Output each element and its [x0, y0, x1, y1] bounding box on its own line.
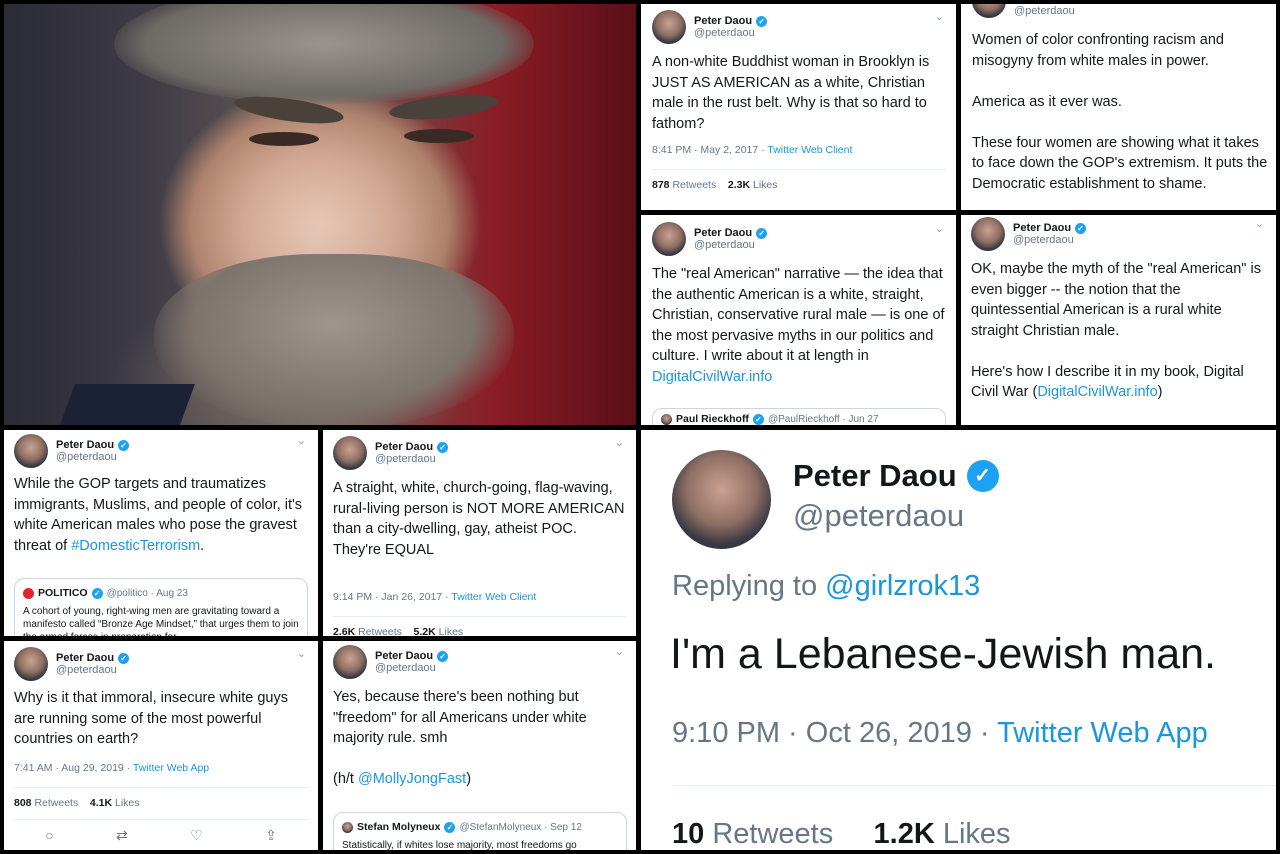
client-link[interactable]: Twitter Web Client — [451, 591, 536, 603]
quote-author: Paul Rieckhoff — [676, 413, 749, 425]
author-name[interactable]: Peter Daou — [56, 439, 114, 451]
verified-icon: ✓ — [118, 652, 130, 664]
author-handle[interactable]: @peterdaou — [1013, 234, 1086, 246]
verified-icon: ✓ — [752, 413, 764, 425]
avatar[interactable] — [971, 217, 1005, 251]
tweet-timestamp: 9:14 PM · Jan 26, 2017 · Twitter Web Cli… — [333, 591, 537, 603]
avatar[interactable] — [333, 645, 367, 679]
tweet-text: Yes, because there's been nothing but "f… — [333, 689, 587, 787]
chevron-down-icon[interactable]: ⌄ — [297, 647, 306, 660]
tweet-card-7[interactable]: Peter Daou ✓ @peterdaou ⌄ Why is it that … — [4, 641, 318, 850]
author-name[interactable]: Peter Daou — [694, 227, 752, 239]
author-handle[interactable]: @peterdaou — [793, 498, 964, 534]
quoted-tweet[interactable]: POLITICO ✓ @politico · Aug 23 A cohort of … — [14, 578, 308, 636]
tweet-timestamp: 9:10 PM · Oct 26, 2019 · Twitter Web App — [672, 717, 1208, 749]
client-link[interactable]: Twitter Web Client — [767, 144, 852, 156]
verified-icon: ✓ — [91, 587, 103, 599]
author-handle[interactable]: @peterdaou — [56, 451, 129, 463]
tweet-stats: 808 Retweets 4.1K Likes — [14, 797, 140, 809]
chevron-down-icon[interactable]: ⌄ — [935, 222, 944, 235]
author-name[interactable]: Peter Daou — [375, 650, 433, 662]
retweet-icon[interactable]: ⇄ — [116, 827, 128, 844]
verified-icon: ✓ — [118, 439, 130, 451]
avatar[interactable] — [652, 10, 686, 44]
quote-author: Stefan Molyneux — [357, 821, 441, 833]
replying-to: Replying to @girlzrok13 — [672, 570, 981, 602]
tweet-text: I'm a Lebanese-Jewish man. — [670, 630, 1216, 678]
verified-icon: ✓ — [756, 15, 768, 27]
tweet-card-3[interactable]: Peter Daou ✓ @peterdaou ⌄ The "real Ameri… — [641, 215, 956, 425]
avatar[interactable] — [333, 436, 367, 470]
tweet-text: A non-white Buddhist woman in Brooklyn i… — [652, 54, 930, 132]
client-link[interactable]: Twitter Web App — [997, 717, 1208, 749]
hashtag-link[interactable]: #DomesticTerrorism — [71, 538, 200, 554]
tweet-card-8[interactable]: Peter Daou ✓ @peterdaou ⌄ Yes, because th… — [323, 641, 636, 850]
replying-to-link[interactable]: @girlzrok13 — [825, 570, 980, 602]
tweet-text: A straight, white, church-going, flag-wa… — [333, 480, 625, 558]
author-name[interactable]: Peter Daou — [375, 441, 433, 453]
mention-link[interactable]: @MollyJongFast — [358, 771, 466, 787]
share-icon[interactable]: ⇪ — [265, 827, 277, 844]
tweet-text: The "real American" narrative — the idea… — [652, 266, 945, 385]
quote-text: A cohort of young, right-wing men are gr… — [23, 606, 299, 636]
author-name[interactable]: Peter Daou — [694, 15, 752, 27]
politico-logo-icon — [23, 587, 34, 599]
tweet-text: While the GOP targets and traumatizes im… — [14, 476, 303, 554]
author-handle[interactable]: @peterdaou — [56, 664, 129, 676]
author-handle[interactable]: @peterdaou — [694, 27, 767, 39]
tweet-text: Women of color confronting racism and mi… — [972, 32, 1268, 192]
avatar[interactable] — [972, 4, 1006, 18]
quote-author: POLITICO — [38, 587, 88, 599]
tweet-timestamp: 7:41 AM · Aug 29, 2019 · Twitter Web App — [14, 762, 210, 774]
client-link[interactable]: Twitter Web App — [133, 762, 209, 774]
author-handle[interactable]: @peterdaou — [1014, 5, 1075, 17]
chevron-down-icon[interactable]: ⌄ — [935, 10, 944, 23]
verified-icon: ✓ — [437, 650, 449, 662]
avatar[interactable] — [14, 647, 48, 681]
avatar[interactable] — [14, 434, 48, 468]
chevron-down-icon[interactable]: ⌄ — [615, 645, 624, 658]
verified-icon: ✓ — [444, 821, 456, 833]
chevron-down-icon[interactable]: ⌄ — [615, 436, 624, 449]
tweet-stats: 10 Retweets 1.2K Likes — [672, 818, 1011, 850]
author-handle[interactable]: @peterdaou — [375, 662, 448, 674]
tweet-card-9[interactable]: Peter Daou ✓ @peterdaou Replying to @girl… — [641, 430, 1276, 850]
chevron-down-icon[interactable]: ⌄ — [1255, 217, 1264, 230]
tweet-link[interactable]: DigitalCivilWar.info — [1037, 384, 1157, 400]
reply-icon[interactable]: ○ — [45, 827, 53, 844]
chevron-down-icon[interactable]: ⌄ — [297, 434, 306, 447]
quoted-tweet[interactable]: Stefan Molyneux ✓ @StefanMolyneux · Sep 12… — [333, 812, 627, 850]
author-name[interactable]: Peter Daou — [793, 458, 957, 494]
verified-icon: ✓ — [966, 460, 999, 492]
tweet-card-1[interactable]: Peter Daou ✓ @peterdaou ⌄ A non-white Bud… — [641, 4, 956, 210]
author-name[interactable]: Peter Daou — [56, 652, 114, 664]
author-handle[interactable]: @peterdaou — [694, 239, 767, 251]
tweet-card-6[interactable]: Peter Daou ✓ @peterdaou ⌄ A straight, whi… — [323, 430, 636, 636]
tweet-text: OK, maybe the myth of the "real American… — [971, 261, 1261, 400]
author-handle[interactable]: @peterdaou — [375, 453, 448, 465]
quote-text: Statistically, if whites lose majority, … — [342, 840, 577, 850]
tweet-timestamp: 8:41 PM · May 2, 2017 · Twitter Web Clie… — [652, 144, 853, 156]
tweet-stats: 878 Retweets 2.3K Likes — [652, 179, 778, 191]
quoted-tweet[interactable]: Paul Rieckhoff ✓ @PaulRieckhoff · Jun 27 — [652, 408, 946, 425]
portrait-photo — [4, 4, 636, 425]
like-icon[interactable]: ♡ — [190, 827, 203, 844]
avatar[interactable] — [652, 222, 686, 256]
tweet-card-5[interactable]: Peter Daou ✓ @peterdaou ⌄ While the GOP t… — [4, 430, 318, 636]
verified-icon: ✓ — [756, 227, 768, 239]
tweet-link[interactable]: DigitalCivilWar.info — [652, 369, 772, 385]
tweet-card-2[interactable]: @peterdaou Women of color confronting ra… — [961, 4, 1276, 210]
tweet-stats: 2.6K Retweets 5.2K Likes — [333, 626, 464, 636]
tweet-text: Why is it that immoral, insecure white g… — [14, 690, 288, 747]
avatar[interactable] — [672, 450, 771, 549]
verified-icon: ✓ — [437, 441, 449, 453]
tweet-card-4[interactable]: Peter Daou ✓ @peterdaou ⌄ OK, maybe the m… — [961, 215, 1276, 425]
verified-icon: ✓ — [1075, 222, 1087, 234]
author-name[interactable]: Peter Daou — [1013, 222, 1071, 234]
